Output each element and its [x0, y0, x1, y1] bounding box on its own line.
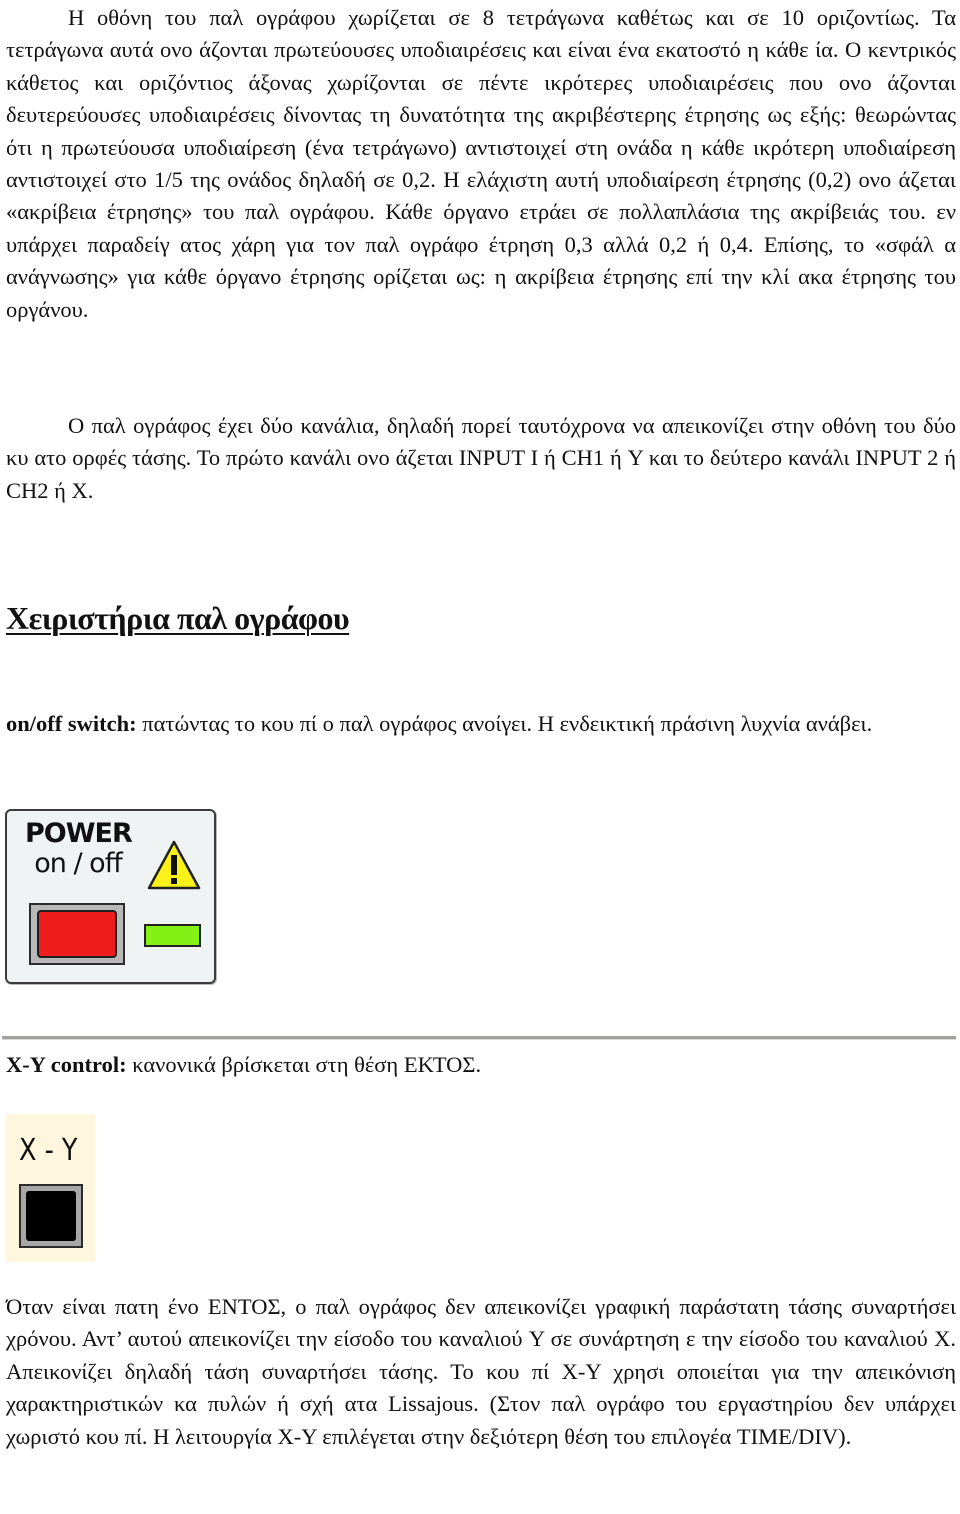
onoff-description: on/off switch: πατώντας το κου πί ο παλ … [6, 708, 956, 740]
xy-description: X-Y control: κανονικά βρίσκεται στη θέση… [6, 1049, 956, 1081]
warning-triangle-icon [147, 840, 201, 890]
power-onoff-label: on / off [34, 848, 122, 879]
intro-paragraph: Η οθόνη του παλ ογράφου χωρίζεται σε 8 τ… [6, 5, 956, 322]
channels-paragraph: Ο παλ ογράφος έχει δύο κανάλια, δηλαδή π… [6, 413, 956, 503]
onoff-label: on/off switch: [6, 711, 137, 736]
power-button-face [37, 910, 117, 958]
xy-text: κανονικά βρίσκεται στη θέση ΕΚΤΟΣ. [126, 1052, 482, 1077]
divider-line [2, 1036, 956, 1040]
section-heading: Χειριστήρια παλ ογράφου [6, 600, 350, 636]
power-panel-image: POWER on / off [5, 809, 216, 984]
power-title: POWER on / off [25, 818, 133, 879]
xy-panel-image: X - Y [5, 1114, 95, 1262]
power-indicator-lamp [144, 924, 201, 947]
xy-label: X-Y control: [6, 1052, 127, 1077]
power-button[interactable] [29, 903, 125, 965]
xy-explanation-paragraph: Όταν είναι πατη ένο ΕΝΤΟΣ, ο παλ ογράφος… [6, 1294, 956, 1449]
power-label: POWER [25, 818, 133, 849]
xy-panel-title: X - Y [19, 1133, 78, 1168]
onoff-text: πατώντας το κου πί ο παλ ογράφος ανοίγει… [136, 711, 873, 736]
xy-button-face [26, 1191, 76, 1241]
xy-button[interactable] [19, 1184, 83, 1248]
